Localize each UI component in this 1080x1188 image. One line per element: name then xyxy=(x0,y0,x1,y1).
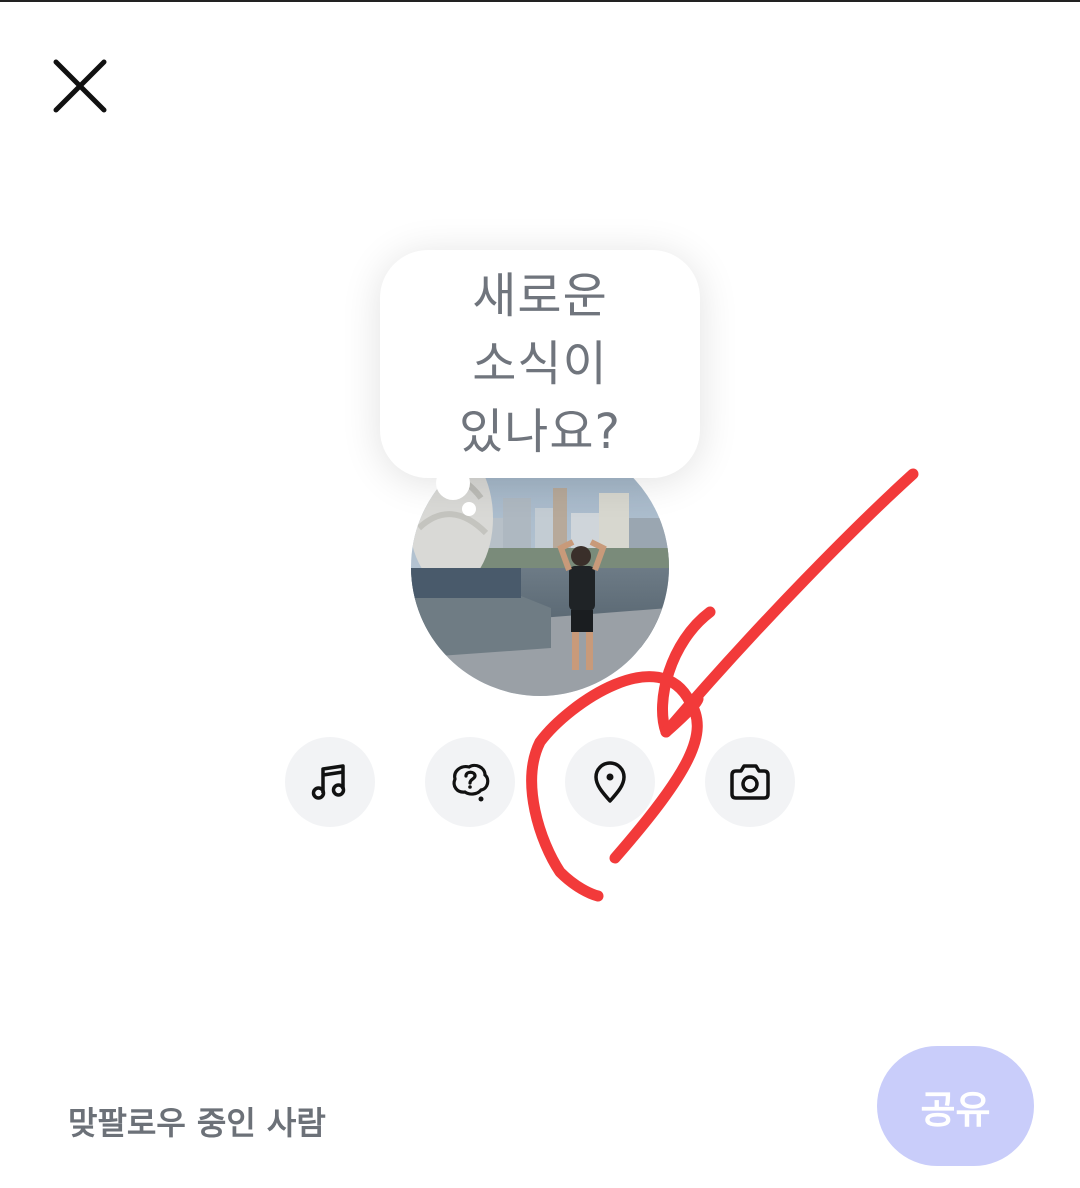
question-bubble-icon xyxy=(452,763,490,802)
bubble-tail-dot-small xyxy=(462,502,476,516)
note-composer-screen: 새로운 소식이 있나요? 맞팔로우 중인 사람 공유 xyxy=(0,0,1080,1188)
question-button[interactable] xyxy=(425,737,515,827)
camera-button[interactable] xyxy=(705,737,795,827)
close-icon xyxy=(53,59,107,113)
bubble-tail-dot-large xyxy=(436,466,470,500)
camera-icon xyxy=(730,764,770,800)
prompt-line-2: 소식이 xyxy=(472,336,608,392)
close-button[interactable] xyxy=(44,50,116,122)
location-button[interactable] xyxy=(565,737,655,827)
attachment-actions xyxy=(0,737,1080,827)
location-pin-icon xyxy=(594,761,626,803)
prompt-line-1: 새로운 xyxy=(472,268,608,324)
share-button[interactable]: 공유 xyxy=(877,1046,1034,1166)
prompt-line-3: 있나요? xyxy=(459,404,621,460)
music-note-icon xyxy=(311,764,346,800)
audience-selector[interactable]: 맞팔로우 중인 사람 xyxy=(68,1098,326,1144)
music-button[interactable] xyxy=(285,737,375,827)
note-prompt-bubble[interactable]: 새로운 소식이 있나요? xyxy=(380,250,700,516)
